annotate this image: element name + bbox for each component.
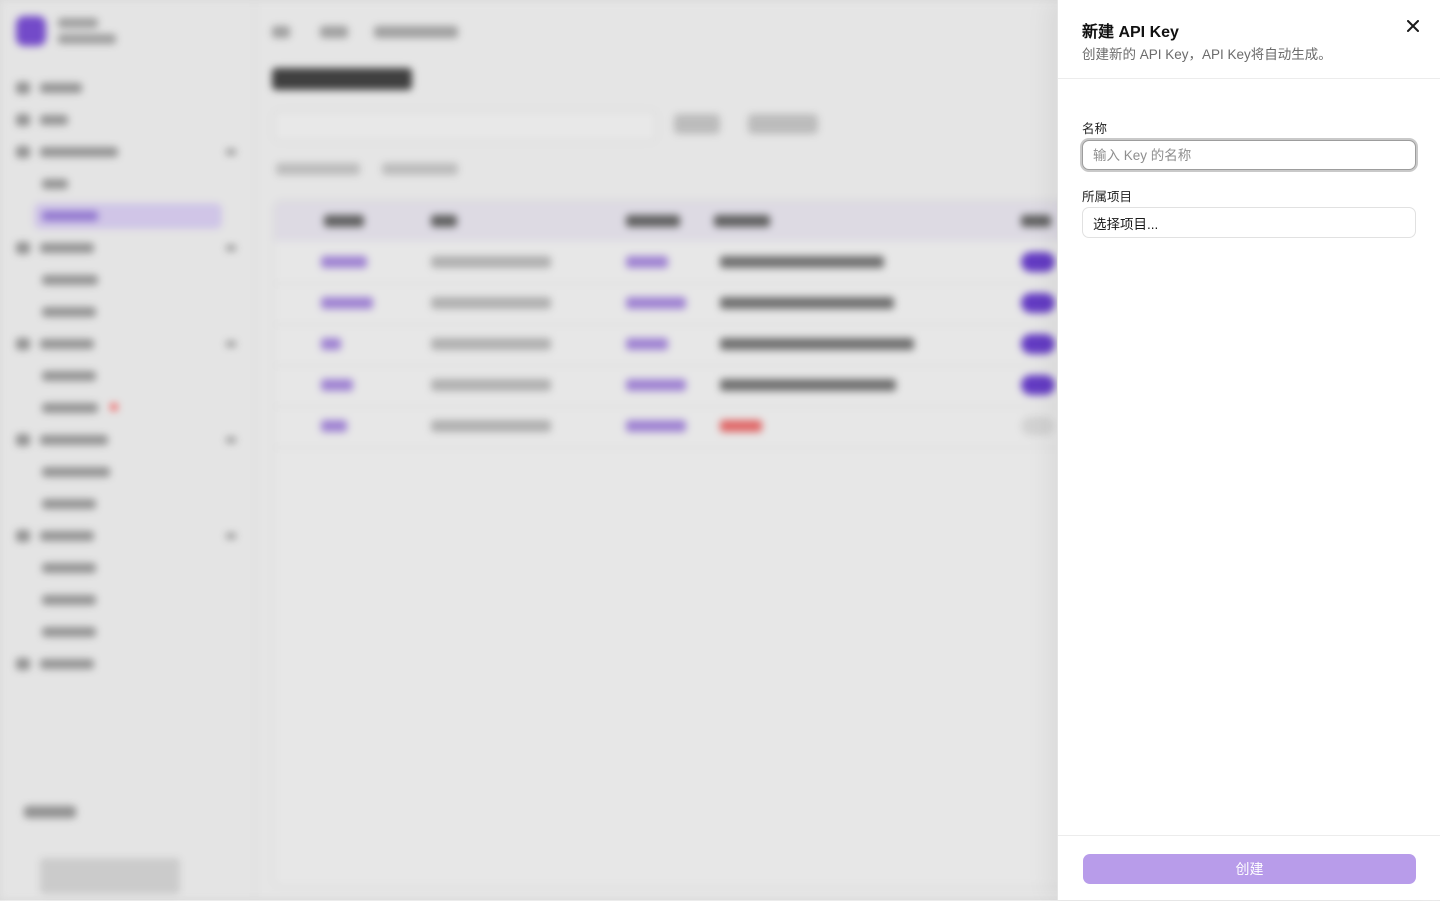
name-field-label: 名称 bbox=[1082, 118, 1107, 137]
close-button[interactable] bbox=[1403, 16, 1423, 36]
new-api-key-sheet: 新建 API Key 创建新的 API Key，API Key将自动生成。 名称… bbox=[1057, 0, 1440, 900]
sheet-description: 创建新的 API Key，API Key将自动生成。 bbox=[1082, 43, 1332, 63]
sheet-title: 新建 API Key bbox=[1082, 18, 1179, 42]
sheet-footer: 创建 bbox=[1058, 835, 1440, 901]
sheet-header: 新建 API Key 创建新的 API Key，API Key将自动生成。 bbox=[1058, 0, 1440, 79]
project-field-label: 所属项目 bbox=[1082, 186, 1132, 205]
name-input[interactable] bbox=[1082, 140, 1416, 170]
create-button[interactable]: 创建 bbox=[1083, 854, 1416, 884]
project-select-value: 选择项目... bbox=[1093, 213, 1158, 233]
close-icon bbox=[1407, 20, 1419, 32]
project-select[interactable]: 选择项目... bbox=[1082, 207, 1416, 238]
